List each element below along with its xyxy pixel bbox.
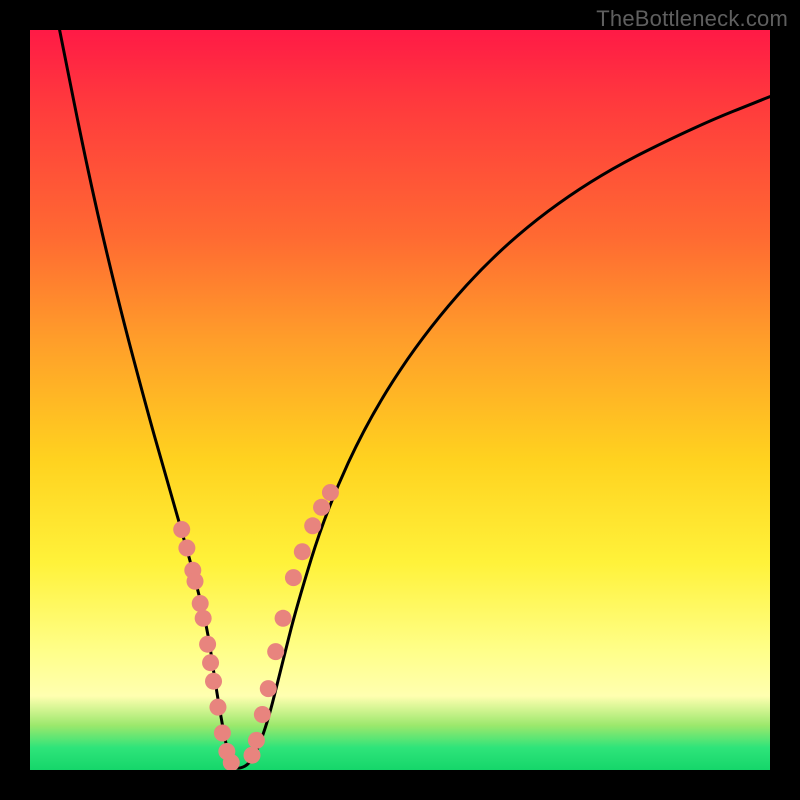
highlight-dot <box>209 699 226 716</box>
curve-layer <box>30 30 770 770</box>
highlight-dot <box>192 595 209 612</box>
highlight-dot <box>275 610 292 627</box>
plot-area <box>30 30 770 770</box>
highlight-dot <box>294 543 311 560</box>
highlight-dot <box>313 499 330 516</box>
highlight-dot <box>304 517 321 534</box>
highlight-dot <box>187 573 204 590</box>
highlight-dot <box>260 680 277 697</box>
watermark-text: TheBottleneck.com <box>596 6 788 32</box>
highlight-dot <box>223 754 240 770</box>
highlight-dot <box>195 610 212 627</box>
highlight-dot <box>199 636 216 653</box>
highlight-dot <box>267 643 284 660</box>
bottleneck-curve <box>60 30 770 768</box>
highlight-dot <box>173 521 190 538</box>
highlight-dot <box>218 743 235 760</box>
highlight-dot <box>285 569 302 586</box>
highlight-dot <box>214 725 231 742</box>
chart-frame: TheBottleneck.com <box>0 0 800 800</box>
highlight-dot <box>322 484 339 501</box>
highlight-dot <box>178 540 195 557</box>
highlight-dot <box>205 673 222 690</box>
highlight-dot <box>184 562 201 579</box>
highlight-dot <box>202 654 219 671</box>
highlight-dot <box>254 706 271 723</box>
highlight-dot <box>244 747 261 764</box>
highlight-dot <box>248 732 265 749</box>
